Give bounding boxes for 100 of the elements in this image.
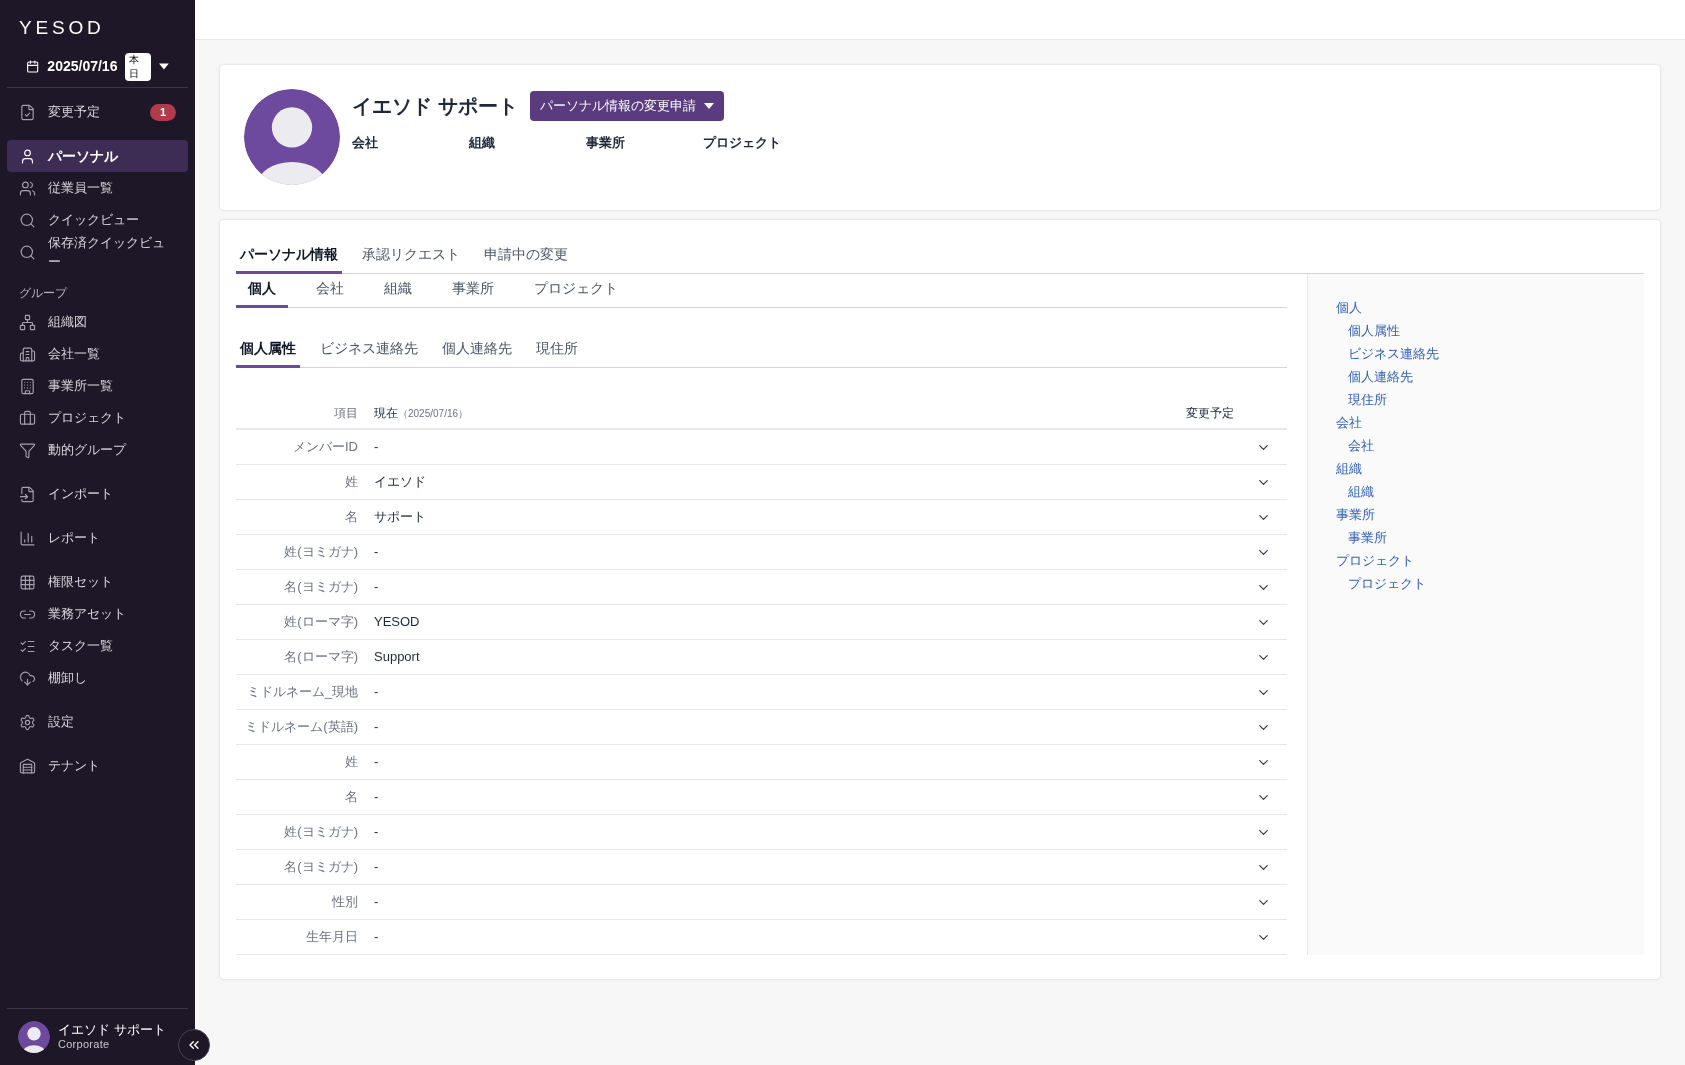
profile-field-label: 会社 xyxy=(352,134,379,152)
sidebar-item[interactable]: インポート xyxy=(7,478,188,510)
outline-link[interactable]: ビジネス連絡先 xyxy=(1336,342,1644,365)
table-row[interactable]: 姓(ヨミガナ) - xyxy=(236,815,1287,850)
column-header: 現在 xyxy=(374,405,398,422)
field-label: 姓(ヨミガナ) xyxy=(283,543,358,562)
table-row[interactable]: 生年月日 - xyxy=(236,920,1287,955)
collapse-sidebar-button[interactable] xyxy=(178,1029,210,1061)
outline-link[interactable]: 組織 xyxy=(1336,457,1644,480)
sidebar-item[interactable]: レポート xyxy=(7,522,188,554)
tab[interactable]: 事業所 xyxy=(440,278,506,308)
sidebar-item[interactable]: 業務アセット xyxy=(7,598,188,630)
table-row[interactable]: 名 サポート xyxy=(236,500,1287,535)
table-row[interactable]: 姓(ローマ字) YESOD xyxy=(236,605,1287,640)
bar-chart-icon xyxy=(19,529,36,547)
outline-link[interactable]: 事業所 xyxy=(1336,503,1644,526)
briefcase-icon xyxy=(19,409,36,427)
field-label: 姓 xyxy=(344,473,358,492)
field-label: 名(ローマ字) xyxy=(283,648,358,667)
field-label: 姓(ヨミガナ) xyxy=(283,823,358,842)
current-date[interactable]: 2025/07/16 xyxy=(47,56,118,77)
field-value: - xyxy=(374,858,379,877)
profile-field-label: 組織 xyxy=(469,134,496,152)
field-label: 生年月日 xyxy=(305,928,358,947)
outline-link[interactable]: 個人属性 xyxy=(1336,319,1644,342)
sidebar-item[interactable]: クイックビュー xyxy=(7,204,188,236)
table-row[interactable]: 性別 - xyxy=(236,885,1287,920)
table-row[interactable]: 姓(ヨミガナ) - xyxy=(236,535,1287,570)
sidebar-item[interactable]: 組織図 xyxy=(7,306,188,338)
sidebar-item[interactable]: 動的グループ xyxy=(7,434,188,466)
tab[interactable]: 組織 xyxy=(372,278,424,308)
outline-link[interactable]: 現住所 xyxy=(1336,388,1644,411)
sidebar-item[interactable]: テナント xyxy=(7,750,188,782)
cloud-download-icon xyxy=(19,669,36,687)
building-icon xyxy=(19,377,36,395)
table-row[interactable]: メンバーID - xyxy=(236,430,1287,465)
table-row[interactable]: 名(ローマ字) Support xyxy=(236,640,1287,675)
profile-field-label: 事業所 xyxy=(586,134,626,152)
tab[interactable]: 申請中の変更 xyxy=(480,244,572,274)
table-row[interactable]: 名(ヨミガナ) - xyxy=(236,850,1287,885)
sidebar-item[interactable]: パーソナル xyxy=(7,140,188,172)
change-request-button[interactable]: パーソナル情報の変更申請 xyxy=(529,91,724,121)
field-value: - xyxy=(374,543,379,562)
table-row[interactable]: 名(ヨミガナ) - xyxy=(236,570,1287,605)
tab[interactable]: 承認リクエスト xyxy=(358,244,464,274)
search-icon xyxy=(19,211,36,229)
table-row[interactable]: 名 - xyxy=(236,780,1287,815)
filter-icon xyxy=(19,441,36,459)
field-value: - xyxy=(374,928,379,947)
settings-icon xyxy=(19,713,36,731)
outline-link[interactable]: プロジェクト xyxy=(1336,572,1644,595)
outline-link[interactable]: 個人連絡先 xyxy=(1336,365,1644,388)
sidebar-item[interactable]: プロジェクト xyxy=(7,402,188,434)
field-label: 性別 xyxy=(331,893,358,912)
tab[interactable]: 個人連絡先 xyxy=(438,338,516,368)
field-label: ミドルネーム(英語) xyxy=(244,718,358,737)
column-header: 項目 xyxy=(333,405,358,422)
today-badge: 本日 xyxy=(125,52,152,81)
sidebar-item[interactable]: 棚卸し xyxy=(7,662,188,694)
tab[interactable]: ビジネス連絡先 xyxy=(316,338,422,368)
field-label: ミドルネーム_現地 xyxy=(245,683,358,702)
tab[interactable]: 個人属性 xyxy=(236,338,300,368)
sidebar-item[interactable]: タスク一覧 xyxy=(7,630,188,662)
field-value: Support xyxy=(374,648,420,667)
user-name: イエソド サポート xyxy=(58,1022,166,1039)
sidebar-item[interactable]: 保存済クイックビュー xyxy=(7,236,188,268)
field-label: メンバーID xyxy=(292,438,358,457)
field-label: 姓 xyxy=(344,753,358,772)
table-row[interactable]: ミドルネーム(英語) - xyxy=(236,710,1287,745)
field-label: 名 xyxy=(344,788,358,807)
tab[interactable]: パーソナル情報 xyxy=(236,244,342,274)
outline-link[interactable]: 事業所 xyxy=(1336,526,1644,549)
sidebar-item[interactable]: 設定 xyxy=(7,706,188,738)
outline-link[interactable]: 組織 xyxy=(1336,480,1644,503)
tab[interactable]: プロジェクト xyxy=(522,278,630,308)
sidebar-item[interactable]: 変更予定 1 xyxy=(7,96,188,128)
outline-link[interactable]: 個人 xyxy=(1336,296,1644,319)
document-check-icon xyxy=(19,103,36,121)
sidebar-item[interactable]: 事業所一覧 xyxy=(7,370,188,402)
hierarchy-icon xyxy=(19,313,36,331)
outline-link[interactable]: プロジェクト xyxy=(1336,549,1644,572)
table-row[interactable]: 姓 - xyxy=(236,745,1287,780)
calendar-icon xyxy=(26,59,40,74)
tab[interactable]: 会社 xyxy=(304,278,356,308)
field-label: 名(ヨミガナ) xyxy=(283,578,358,597)
table-row[interactable]: ミドルネーム_現地 - xyxy=(236,675,1287,710)
caret-icon xyxy=(703,103,714,109)
outline-link[interactable]: 会社 xyxy=(1336,434,1644,457)
sidebar-item[interactable]: 従業員一覧 xyxy=(7,172,188,204)
field-value: - xyxy=(374,438,379,457)
sidebar-item[interactable]: 会社一覧 xyxy=(7,338,188,370)
sidebar-item[interactable]: 権限セット xyxy=(7,566,188,598)
table-row[interactable]: 姓 イエソド xyxy=(236,465,1287,500)
tab[interactable]: 個人 xyxy=(236,278,288,308)
tab[interactable]: 現住所 xyxy=(532,338,582,368)
dropdown-caret-icon[interactable] xyxy=(159,63,169,70)
outline-link[interactable]: 会社 xyxy=(1336,411,1644,434)
field-label: 姓(ローマ字) xyxy=(283,613,358,632)
grid-icon xyxy=(19,573,36,591)
field-value: - xyxy=(374,788,379,807)
